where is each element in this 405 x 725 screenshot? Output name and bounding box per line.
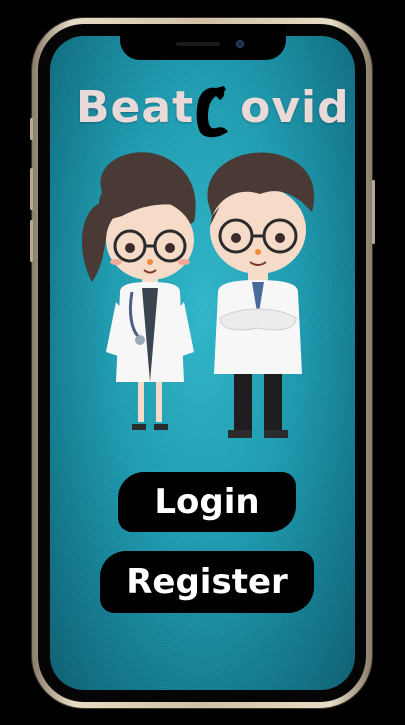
doctors-illustration	[81, 152, 315, 438]
login-button[interactable]: Login	[118, 472, 296, 532]
app-title-part1: Beat	[76, 82, 195, 133]
power-button	[372, 180, 375, 244]
speaker-grille	[176, 42, 220, 46]
female-doctor-icon	[81, 152, 196, 430]
mute-switch	[30, 220, 33, 262]
flexed-arm-icon	[196, 86, 228, 138]
register-button[interactable]: Register	[100, 551, 314, 613]
volume-up-button	[30, 118, 33, 140]
volume-down-button	[30, 168, 33, 210]
app-title-part2: ovid	[240, 82, 350, 133]
male-doctor-icon	[207, 152, 315, 438]
phone-notch	[120, 24, 286, 60]
front-camera-icon	[236, 40, 244, 48]
